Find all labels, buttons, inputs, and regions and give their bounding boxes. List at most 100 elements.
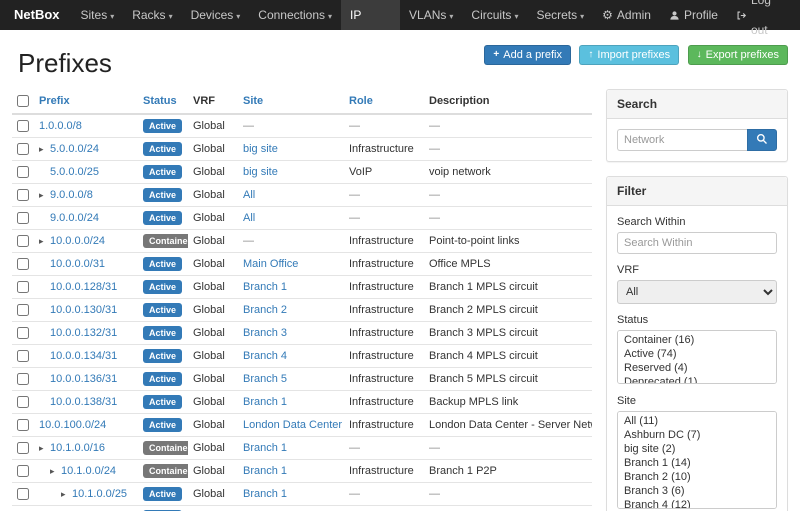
row-checkbox[interactable] [17, 281, 29, 293]
status-badge: Active [143, 349, 182, 363]
site-link[interactable]: Main Office [243, 258, 298, 270]
status-badge: Container [143, 234, 188, 248]
column-header-role[interactable]: Role [344, 89, 424, 114]
search-panel: Search [606, 89, 788, 162]
row-checkbox[interactable] [17, 373, 29, 385]
role-cell: — [344, 506, 424, 511]
chevron-down-icon: ▾ [580, 12, 584, 21]
nav-item-profile[interactable]: Profile [660, 0, 727, 30]
prefix-link[interactable]: 9.0.0.0/24 [50, 212, 99, 224]
site-link[interactable]: big site [243, 166, 278, 178]
row-checkbox[interactable] [17, 143, 29, 155]
status-badge: Active [143, 280, 182, 294]
add-prefix-button[interactable]: + Add a prefix [484, 45, 571, 65]
prefix-link[interactable]: 10.0.0.134/31 [50, 350, 117, 362]
status-filter-select[interactable]: Container (16)Active (74)Reserved (4)Dep… [617, 330, 777, 384]
prefix-link[interactable]: 1.0.0.0/8 [39, 120, 82, 132]
vrf-cell: Global [188, 437, 238, 460]
site-link[interactable]: Branch 1 [243, 465, 287, 477]
nav-item-sites[interactable]: Sites▾ [72, 0, 124, 30]
nav-item-devices[interactable]: Devices▾ [182, 0, 250, 30]
site-link[interactable]: Branch 1 [243, 396, 287, 408]
prefix-link[interactable]: 10.1.0.0/24 [61, 465, 116, 477]
brand-link[interactable]: NetBox [10, 0, 72, 30]
prefix-link[interactable]: 10.0.100.0/24 [39, 419, 106, 431]
site-link[interactable]: Branch 1 [243, 281, 287, 293]
prefix-link[interactable]: 10.0.0.0/24 [50, 235, 105, 247]
status-badge: Active [143, 211, 182, 225]
row-checkbox[interactable] [17, 258, 29, 270]
row-checkbox[interactable] [17, 396, 29, 408]
row-checkbox[interactable] [17, 304, 29, 316]
row-checkbox[interactable] [17, 442, 29, 454]
prefix-link[interactable]: 10.0.0.132/31 [50, 327, 117, 339]
prefix-link[interactable]: 9.0.0.0/8 [50, 189, 93, 201]
vrf-filter-select[interactable]: All [617, 280, 777, 304]
nav-item-connections[interactable]: Connections▾ [249, 0, 341, 30]
role-cell: — [344, 437, 424, 460]
role-cell: Infrastructure [344, 230, 424, 253]
prefix-link[interactable]: 10.1.0.0/25 [72, 488, 127, 500]
row-checkbox[interactable] [17, 120, 29, 132]
column-header-prefix[interactable]: Prefix [34, 89, 138, 114]
site-link[interactable]: Branch 4 [243, 350, 287, 362]
nav-item-racks[interactable]: Racks▾ [123, 0, 181, 30]
nav-item-ip-space[interactable]: IP Space▾ [341, 0, 400, 30]
description-cell: — [424, 437, 592, 460]
site-link[interactable]: All [243, 212, 255, 224]
role-cell: VoIP [344, 161, 424, 184]
site-link[interactable]: big site [243, 143, 278, 155]
prefix-link[interactable]: 10.0.0.0/31 [50, 258, 105, 270]
site-filter-select[interactable]: All (11)Ashburn DC (7)big site (2)Branch… [617, 411, 777, 509]
row-checkbox[interactable] [17, 488, 29, 500]
row-checkbox[interactable] [17, 235, 29, 247]
row-checkbox[interactable] [17, 166, 29, 178]
row-checkbox[interactable] [17, 419, 29, 431]
row-checkbox[interactable] [17, 327, 29, 339]
description-cell: Point-to-point links [424, 230, 592, 253]
nav-item-logout[interactable]: Log out [727, 0, 790, 30]
site-link[interactable]: Branch 3 [243, 327, 287, 339]
row-checkbox[interactable] [17, 350, 29, 362]
import-prefixes-button[interactable]: ↑ Import prefixes [579, 45, 679, 65]
row-checkbox[interactable] [17, 189, 29, 201]
expand-arrow: ▸ [39, 144, 50, 155]
site-link[interactable]: All [243, 189, 255, 201]
site-cell: Branch 1 [238, 483, 344, 506]
site-cell: Branch 4 [238, 345, 344, 368]
site-link[interactable]: Branch 1 [243, 442, 287, 454]
prefix-link[interactable]: 5.0.0.0/24 [50, 143, 99, 155]
expand-arrow: ▸ [50, 466, 61, 477]
site-link[interactable]: Branch 1 [243, 488, 287, 500]
role-cell: Infrastructure [344, 322, 424, 345]
import-icon: ↑ [588, 49, 593, 60]
search-within-input[interactable] [617, 232, 777, 254]
prefix-link[interactable]: 5.0.0.0/25 [50, 166, 99, 178]
prefix-link[interactable]: 10.1.0.0/16 [50, 442, 105, 454]
prefix-link[interactable]: 10.0.0.136/31 [50, 373, 117, 385]
column-header-site[interactable]: Site [238, 89, 344, 114]
row-checkbox[interactable] [17, 212, 29, 224]
search-input[interactable] [617, 129, 747, 151]
nav-item-admin[interactable]: ⚙ Admin [593, 0, 660, 30]
column-header-status[interactable]: Status [138, 89, 188, 114]
select-all-checkbox[interactable] [17, 95, 29, 107]
prefix-link[interactable]: 10.0.0.138/31 [50, 396, 117, 408]
nav-item-circuits[interactable]: Circuits▾ [462, 0, 527, 30]
export-prefixes-button[interactable]: ↓ Export prefixes [688, 45, 788, 65]
status-badge: Active [143, 165, 182, 179]
site-link[interactable]: London Data Center [243, 419, 342, 431]
site-link[interactable]: Branch 2 [243, 304, 287, 316]
prefix-link[interactable]: 10.0.0.128/31 [50, 281, 117, 293]
nav-item-secrets[interactable]: Secrets▾ [527, 0, 593, 30]
prefix-link[interactable]: 10.0.0.130/31 [50, 304, 117, 316]
table-row: ▸9.0.0.0/8 Active Global All — — [12, 184, 592, 207]
gear-icon: ⚙ [602, 0, 613, 30]
table-row: ▸10.1.0.0/25 Active Global Branch 1 — — [12, 483, 592, 506]
site-link[interactable]: Branch 5 [243, 373, 287, 385]
status-badge: Active [143, 142, 182, 156]
nav-item-vlans[interactable]: VLANs▾ [400, 0, 462, 30]
search-submit-button[interactable] [747, 129, 777, 151]
row-checkbox[interactable] [17, 465, 29, 477]
description-cell: Branch 4 MPLS circuit [424, 345, 592, 368]
